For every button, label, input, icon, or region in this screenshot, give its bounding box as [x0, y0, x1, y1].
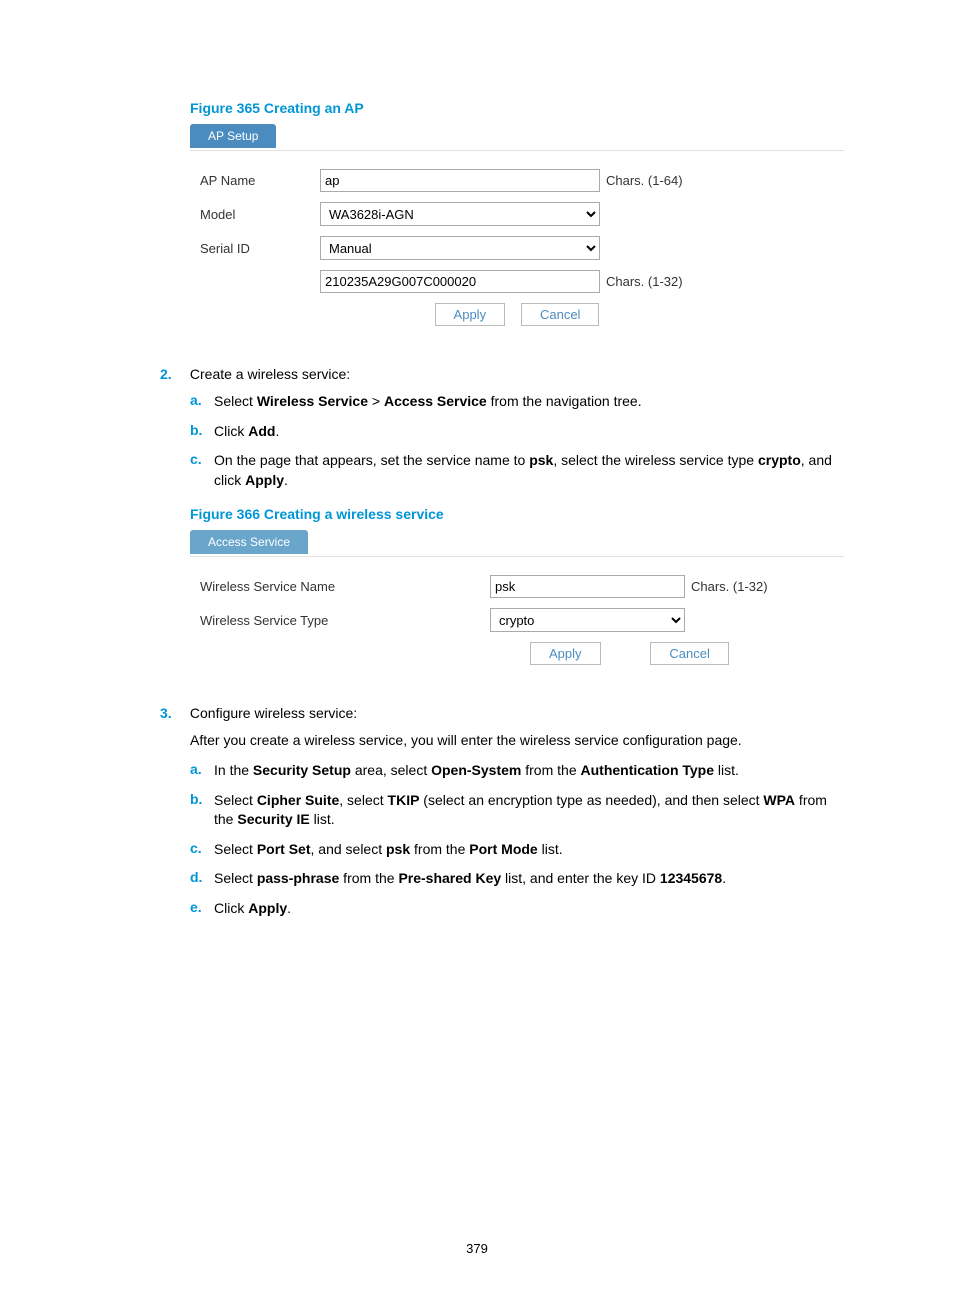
apply-button[interactable]: Apply [435, 303, 506, 326]
figure-366-caption: Figure 366 Creating a wireless service [190, 506, 844, 522]
serial-input[interactable] [320, 270, 600, 293]
step-3a: a. In the Security Setup area, select Op… [190, 761, 844, 781]
step-3: 3. Configure wireless service: After you… [160, 705, 844, 918]
step-2a: a. Select Wireless Service > Access Serv… [190, 392, 844, 412]
step-3c: c. Select Port Set, and select psk from … [190, 840, 844, 860]
model-select[interactable]: WA3628i-AGN [320, 202, 600, 226]
serial-label: Serial ID [200, 241, 320, 256]
ap-setup-panel: AP Setup AP Name Chars. (1-64) Model WA3… [190, 124, 844, 336]
page-number: 379 [0, 1241, 954, 1256]
step-2c: c. On the page that appears, set the ser… [190, 451, 844, 490]
tab-ap-setup[interactable]: AP Setup [190, 124, 276, 148]
ws-type-label: Wireless Service Type [200, 613, 490, 628]
apname-hint: Chars. (1-64) [606, 173, 683, 188]
tab-bar-2: Access Service [190, 530, 844, 556]
step-3d: d. Select pass-phrase from the Pre-share… [190, 869, 844, 889]
cancel-button-2[interactable]: Cancel [650, 642, 728, 665]
apname-label: AP Name [200, 173, 320, 188]
ws-name-hint: Chars. (1-32) [691, 579, 768, 594]
page: Figure 365 Creating an AP AP Setup AP Na… [0, 0, 954, 1296]
ap-setup-buttons: Apply Cancel [200, 303, 834, 326]
tab-bar: AP Setup [190, 124, 844, 150]
serial-hint: Chars. (1-32) [606, 274, 683, 289]
step-2b: b. Click Add. [190, 422, 844, 442]
step-3-intro: Configure wireless service: [190, 705, 790, 721]
ws-name-input[interactable] [490, 575, 685, 598]
step-2: 2. Create a wireless service: a. Select … [160, 366, 844, 490]
apply-button-2[interactable]: Apply [530, 642, 601, 665]
step-2-intro: Create a wireless service: [190, 366, 790, 382]
apname-input[interactable] [320, 169, 600, 192]
serial-mode-select[interactable]: Manual [320, 236, 600, 260]
figure-365-caption: Figure 365 Creating an AP [190, 100, 844, 116]
model-label: Model [200, 207, 320, 222]
step-3-after: After you create a wireless service, you… [190, 731, 844, 751]
cancel-button[interactable]: Cancel [521, 303, 599, 326]
access-service-form: Wireless Service Name Chars. (1-32) Wire… [190, 556, 844, 675]
ws-type-select[interactable]: crypto [490, 608, 685, 632]
ap-setup-form: AP Name Chars. (1-64) Model WA3628i-AGN … [190, 150, 844, 336]
step-3-num: 3. [160, 705, 186, 721]
tab-access-service[interactable]: Access Service [190, 530, 308, 554]
access-service-panel: Access Service Wireless Service Name Cha… [190, 530, 844, 675]
step-3e: e. Click Apply. [190, 899, 844, 919]
step-3b: b. Select Cipher Suite, select TKIP (sel… [190, 791, 844, 830]
access-service-buttons: Apply Cancel [200, 642, 834, 665]
ws-name-label: Wireless Service Name [200, 579, 490, 594]
step-2-num: 2. [160, 366, 186, 382]
